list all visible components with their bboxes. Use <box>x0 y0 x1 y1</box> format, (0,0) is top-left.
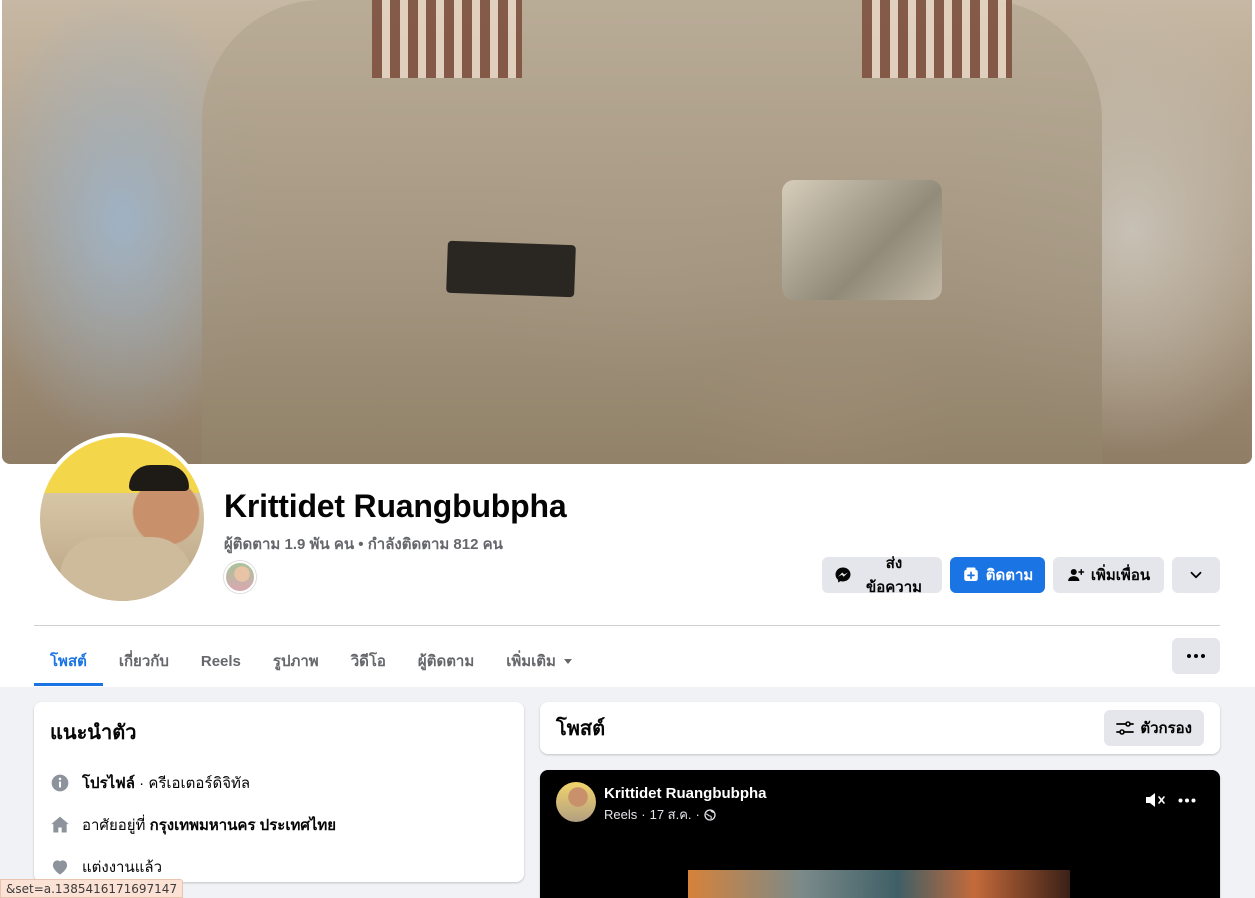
intro-title: แนะนำตัว <box>50 722 137 744</box>
heart-icon <box>52 860 68 875</box>
more-actions-button[interactable] <box>1172 557 1220 593</box>
profile-header: Krittidet Ruangbubpha ผู้ติดตาม 1.9 พัน … <box>0 0 1255 687</box>
intro-profile-label: โปรไฟล์ <box>82 775 135 792</box>
tab-label: Reels <box>200 652 241 670</box>
profile-tabs: โพสต์ เกี่ยวกับ Reels รูปภาพ วิดีโอ ผู้ต… <box>34 636 590 686</box>
cover-epaulette-left <box>372 0 522 78</box>
messenger-icon <box>835 567 851 583</box>
add-friend-button[interactable]: เพิ่มเพื่อน <box>1053 557 1164 593</box>
tab-posts[interactable]: โพสต์ <box>34 636 103 686</box>
caret-down-icon <box>563 659 572 664</box>
tab-label: เกี่ยวกับ <box>118 653 169 670</box>
chevron-down-icon <box>1190 571 1202 579</box>
filter-button-label: ตัวกรอง <box>1140 720 1192 737</box>
follower-stats[interactable]: ผู้ติดตาม 1.9 พัน คน • กำลังติดตาม 812 ค… <box>224 532 503 556</box>
follow-button[interactable]: ติดตาม <box>950 557 1045 593</box>
more-dots-icon <box>1178 798 1196 802</box>
intro-profile-value: · ครีเอเตอร์ดิจิทัล <box>135 775 251 792</box>
info-icon <box>51 774 69 792</box>
intro-card: แนะนำตัว โปรไฟล์ · ครีเอเตอร์ดิจิทัล อาศ… <box>34 702 524 882</box>
cover-epaulette-right <box>862 0 1012 78</box>
cover-nametag <box>446 240 576 298</box>
tab-photos[interactable]: รูปภาพ <box>257 636 335 686</box>
reel-video-thumbnail[interactable] <box>688 870 1070 898</box>
home-icon <box>51 816 69 833</box>
add-friend-button-label: เพิ่มเพื่อน <box>1090 567 1151 584</box>
posts-title: โพสต์ <box>556 718 606 740</box>
avatar-hair <box>129 465 189 491</box>
profile-avatar[interactable] <box>36 433 208 605</box>
follow-icon <box>963 567 978 581</box>
header-divider <box>34 625 1220 626</box>
profile-name: Krittidet Ruangbubpha <box>224 488 567 524</box>
intro-relationship: แต่งงานแล้ว <box>82 859 163 876</box>
intro-profile-text: โปรไฟล์ · ครีเอเตอร์ดิจิทัล <box>82 771 250 795</box>
intro-lives-prefix: อาศัยอยู่ที่ <box>82 817 150 834</box>
reel-meta: Reels · 17 ส.ค. · <box>604 804 716 825</box>
reel-post: Krittidet Ruangbubpha Reels · 17 ส.ค. · <box>540 770 1220 898</box>
intro-profile-row: โปรไฟล์ · ครีเอเตอร์ดิจิทัล <box>50 762 508 804</box>
reel-options-button[interactable] <box>1175 790 1199 810</box>
posts-header: โพสต์ ตัวกรอง <box>540 702 1220 754</box>
mutual-friend-avatar[interactable] <box>224 561 256 593</box>
intro-lives-row: อาศัยอยู่ที่ กรุงเทพมหานคร ประเทศไทย <box>50 804 508 846</box>
more-dots-icon <box>1187 654 1205 658</box>
tab-reels[interactable]: Reels <box>185 636 257 686</box>
status-bar-url: &set=a.1385416171697147 <box>0 879 184 898</box>
tab-videos[interactable]: วิดีโอ <box>335 636 402 686</box>
reel-author-name[interactable]: Krittidet Ruangbubpha <box>604 785 766 802</box>
follow-button-label: ติดตาม <box>985 567 1034 584</box>
reel-author-avatar[interactable] <box>556 782 596 822</box>
reel-date[interactable]: 17 ส.ค. <box>650 804 692 825</box>
reel-type[interactable]: Reels <box>604 807 637 822</box>
globe-icon <box>704 808 716 821</box>
message-button[interactable]: ส่งข้อความ <box>822 555 942 596</box>
tab-label: วิดีโอ <box>350 653 386 670</box>
add-friend-icon <box>1068 569 1085 581</box>
tab-label: เพิ่มเติม <box>506 653 556 670</box>
avatar-uniform <box>60 537 192 601</box>
tab-label: โพสต์ <box>50 653 87 670</box>
intro-lives-link[interactable]: กรุงเทพมหานคร ประเทศไทย <box>150 817 336 834</box>
mute-button[interactable] <box>1144 790 1168 810</box>
cover-badge <box>782 180 942 300</box>
reel-meta-dot: · <box>641 807 646 822</box>
message-button-label: ส่งข้อความ <box>865 555 923 596</box>
filter-icon <box>1116 721 1135 735</box>
filter-button[interactable]: ตัวกรอง <box>1104 710 1204 746</box>
tab-label: รูปภาพ <box>272 653 319 670</box>
tabs-more-button[interactable] <box>1172 638 1220 674</box>
intro-lives-text: อาศัยอยู่ที่ กรุงเทพมหานคร ประเทศไทย <box>82 813 336 837</box>
mute-icon <box>1146 793 1165 807</box>
tab-about[interactable]: เกี่ยวกับ <box>103 636 185 686</box>
tab-followers[interactable]: ผู้ติดตาม <box>402 636 490 686</box>
tab-label: ผู้ติดตาม <box>417 653 475 670</box>
reel-meta-dot: · <box>695 807 700 822</box>
tab-more[interactable]: เพิ่มเติม <box>490 636 590 686</box>
cover-photo[interactable] <box>2 0 1252 464</box>
